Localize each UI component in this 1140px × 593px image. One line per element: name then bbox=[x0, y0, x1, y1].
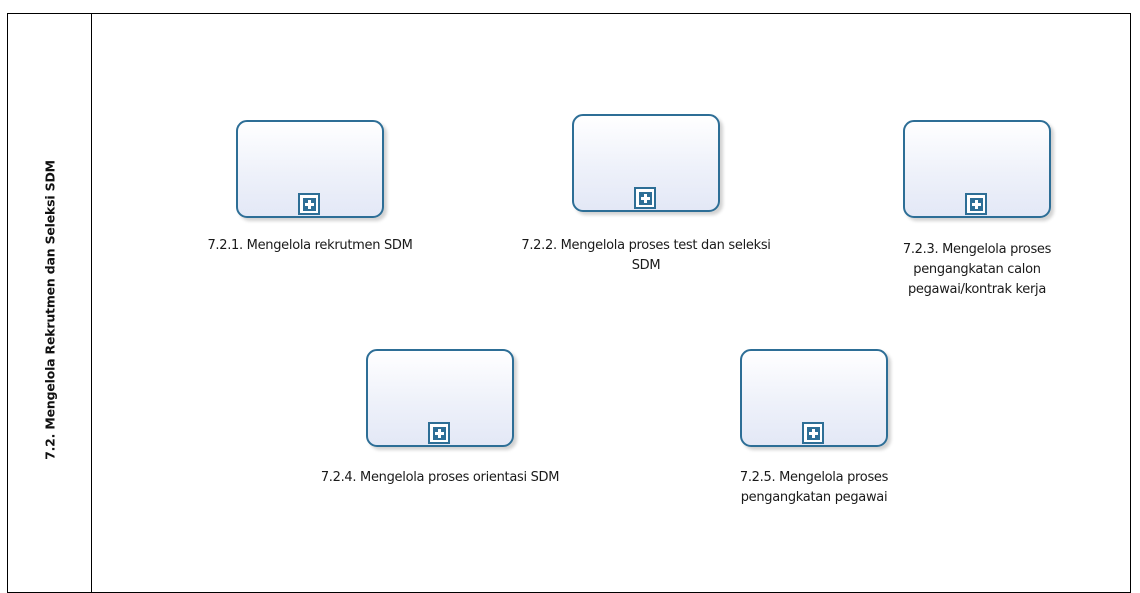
plus-square-icon[interactable] bbox=[298, 193, 320, 215]
task-label-7-2-4: 7.2.4. Mengelola proses orientasi SDM bbox=[320, 470, 560, 485]
plus-square-icon[interactable] bbox=[428, 422, 450, 444]
plus-square-icon[interactable] bbox=[634, 187, 656, 209]
task-label-7-2-2: 7.2.2. Mengelola proses test dan seleksi… bbox=[521, 238, 771, 273]
subprocess-7-2-2[interactable] bbox=[572, 114, 720, 212]
task-label-7-2-5: 7.2.5. Mengelola proses pengangkatan peg… bbox=[739, 470, 889, 505]
task-label-7-2-3: 7.2.3. Mengelola proses pengangkatan cal… bbox=[902, 242, 1052, 297]
diagram-pool: 7.2. Mengelola Rekrutmen dan Seleksi SDM bbox=[7, 13, 1131, 593]
subprocess-7-2-3[interactable] bbox=[903, 120, 1051, 218]
task-label-7-2-1: 7.2.1. Mengelola rekrutmen SDM bbox=[207, 238, 413, 253]
subprocess-7-2-1[interactable] bbox=[236, 120, 384, 218]
lane-header: 7.2. Mengelola Rekrutmen dan Seleksi SDM bbox=[8, 14, 92, 592]
subprocess-7-2-4[interactable] bbox=[366, 349, 514, 447]
lane-title: 7.2. Mengelola Rekrutmen dan Seleksi SDM bbox=[42, 160, 58, 460]
subprocess-7-2-5[interactable] bbox=[740, 349, 888, 447]
plus-square-icon[interactable] bbox=[802, 422, 824, 444]
plus-square-icon[interactable] bbox=[965, 193, 987, 215]
